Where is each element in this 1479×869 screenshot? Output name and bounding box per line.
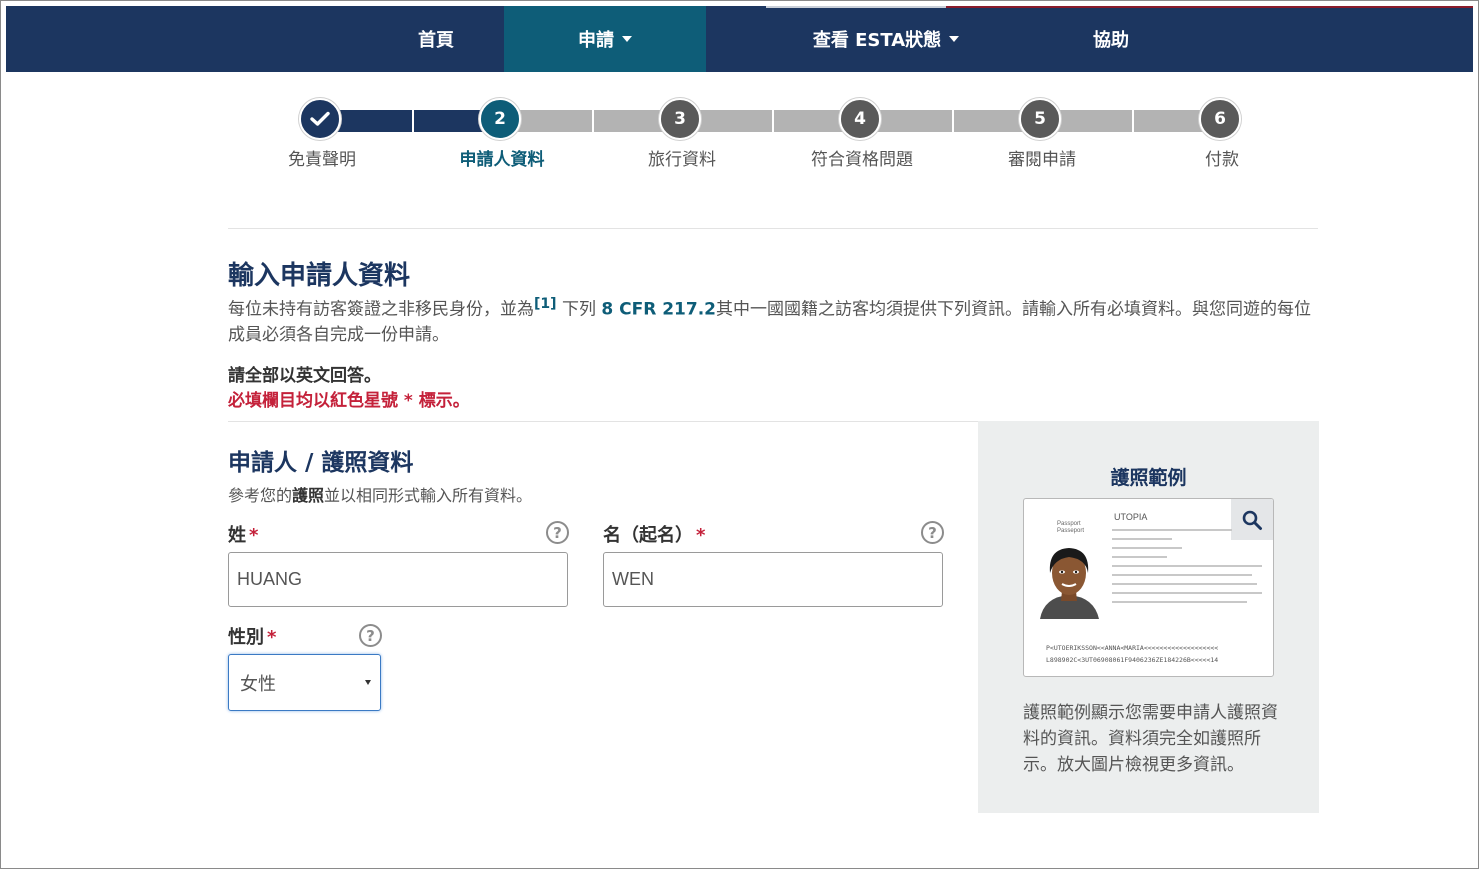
section-description: 參考您的護照並以相同形式輸入所有資料。 <box>228 482 532 506</box>
progress-divider <box>952 110 954 132</box>
gender-selected-value: 女性 <box>240 673 276 695</box>
required-asterisk: * <box>249 525 259 546</box>
gender-label-text: 性別 <box>228 627 264 648</box>
step-6-number: 6 <box>1214 109 1226 129</box>
step-3-label: 旅行資料 <box>648 150 716 170</box>
checkmark-icon <box>310 111 330 126</box>
surname-input[interactable] <box>228 552 568 607</box>
english-note: 請全部以英文回答。 <box>228 366 381 386</box>
divider <box>228 421 978 422</box>
progress-divider <box>592 110 594 132</box>
step-5-number: 5 <box>1034 109 1046 129</box>
step-4-number: 4 <box>854 109 866 129</box>
passport-photo <box>1032 539 1107 619</box>
step-4-label: 符合資格問題 <box>811 150 913 170</box>
page-title: 輸入申請人資料 <box>228 261 411 291</box>
required-asterisk: * <box>267 627 277 648</box>
section-desc-bold: 護照 <box>292 486 325 505</box>
gender-select[interactable]: 女性 <box>228 654 381 711</box>
step-3-circle: 3 <box>659 98 701 140</box>
passport-mrz-line2: L898902C<3UT06908061F9406236ZE184226B<<<… <box>1046 656 1219 664</box>
intro-part1: 每位未持有訪客簽證之非移民身份，並為 <box>228 299 534 320</box>
step-5-label: 審閱申請 <box>1008 150 1076 170</box>
step-2-circle: 2 <box>479 98 521 140</box>
step-1-circle <box>299 98 341 140</box>
given-name-label-text: 名（起名） <box>603 525 693 546</box>
magnifier-icon-svg <box>1242 510 1262 530</box>
step-6-label: 付款 <box>1205 150 1239 170</box>
step-3-number: 3 <box>674 109 686 129</box>
passport-example-image[interactable]: UTOPIA Passport Passeport P<UTOERIKSSON<… <box>1023 498 1274 677</box>
step-4-circle: 4 <box>839 98 881 140</box>
help-glyph: ? <box>366 626 375 645</box>
progress-stepper: 2 3 4 5 6 免責聲明 申請人資料 旅行資料 符合資格問題 審閱申請 付款 <box>0 0 1479 180</box>
caret-down-icon <box>365 680 371 685</box>
help-glyph: ? <box>928 523 937 542</box>
intro-part2: 下列 <box>556 299 602 320</box>
passport-country: UTOPIA <box>1114 512 1148 522</box>
surname-label: 姓 * <box>228 521 258 547</box>
given-name-label: 名（起名） * <box>603 521 705 547</box>
given-name-input[interactable] <box>603 552 943 607</box>
section-title: 申請人 / 護照資料 <box>228 450 414 476</box>
required-asterisk: * <box>696 525 706 546</box>
given-name-help-icon[interactable]: ? <box>921 521 944 544</box>
progress-divider <box>772 110 774 132</box>
step-5-circle: 5 <box>1019 98 1061 140</box>
progress-divider <box>1132 110 1134 132</box>
footnote-link[interactable]: [1] <box>534 296 557 312</box>
intro-text: 每位未持有訪客簽證之非移民身份，並為[1] 下列 8 CFR 217.2其中一國… <box>228 292 1323 348</box>
step-1-label: 免責聲明 <box>288 150 356 170</box>
surname-help-icon[interactable]: ? <box>546 521 569 544</box>
divider <box>228 228 1318 229</box>
help-glyph: ? <box>553 523 562 542</box>
section-desc-part2: 並以相同形式輸入所有資料。 <box>324 486 533 505</box>
passport-example-panel: 護照範例 UTOPIA Passport Passeport P<UTOERIK… <box>978 421 1319 813</box>
gender-label: 性別 * <box>228 623 276 649</box>
passport-doc-type: Passport Passeport <box>1057 521 1085 534</box>
section-desc-part1: 參考您的 <box>228 486 293 505</box>
step-6-circle: 6 <box>1199 98 1241 140</box>
required-note: 必填欄目均以紅色星號 * 標示。 <box>228 391 470 411</box>
passport-data-lines <box>1112 529 1272 610</box>
progress-divider <box>412 110 414 132</box>
passport-mrz-line1: P<UTOERIKSSON<<ANNA<MARIA<<<<<<<<<<<<<<<… <box>1046 644 1219 652</box>
passport-example-title: 護照範例 <box>1110 467 1187 489</box>
surname-label-text: 姓 <box>228 525 246 546</box>
step-2-number: 2 <box>494 109 506 129</box>
step-2-label: 申請人資料 <box>459 150 545 170</box>
passport-example-description: 護照範例顯示您需要申請人護照資料的資訊。資料須完全如護照所示。放大圖片檢視更多資… <box>1023 703 1278 775</box>
gender-help-icon[interactable]: ? <box>359 624 382 647</box>
cfr-reference: 8 CFR 217.2 <box>601 299 716 320</box>
